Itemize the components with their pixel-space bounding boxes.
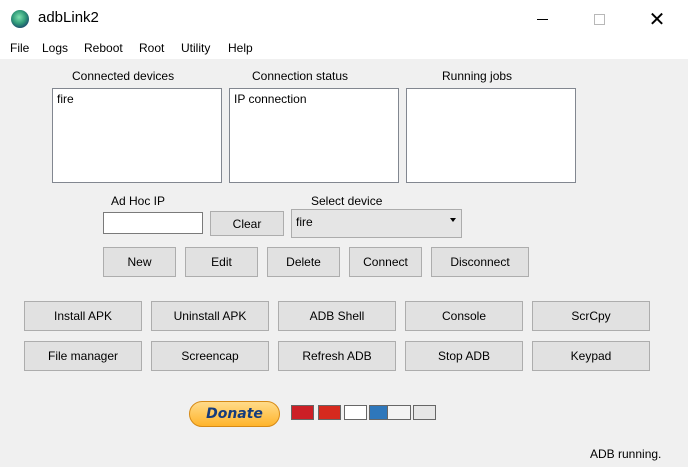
app-icon <box>11 10 29 28</box>
connected-devices-label: Connected devices <box>72 69 175 83</box>
mastercard-card-icon <box>318 405 341 420</box>
uninstall-apk-button[interactable]: Uninstall APK <box>151 301 269 331</box>
maximize-button[interactable] <box>576 0 622 38</box>
adhoc-ip-input[interactable] <box>103 212 203 234</box>
select-device-value: fire <box>296 215 313 229</box>
select-device-dropdown[interactable]: fire <box>291 209 462 238</box>
file-manager-button[interactable]: File manager <box>24 341 142 371</box>
running-jobs-list[interactable] <box>406 88 576 183</box>
screencap-button[interactable]: Screencap <box>151 341 269 371</box>
visa-card-icon <box>344 405 367 420</box>
delete-button[interactable]: Delete <box>267 247 340 277</box>
close-icon: ✕ <box>648 7 666 31</box>
keypad-button[interactable]: Keypad <box>532 341 650 371</box>
donate-button[interactable]: Donate <box>189 401 280 427</box>
menu-reboot[interactable]: Reboot <box>84 41 123 55</box>
connection-status-label: Connection status <box>252 69 349 83</box>
menu-help[interactable]: Help <box>228 41 253 55</box>
list-item[interactable]: fire <box>57 92 217 106</box>
scrcpy-button[interactable]: ScrCpy <box>532 301 650 331</box>
menu-logs[interactable]: Logs <box>42 41 68 55</box>
status-text: ADB running. <box>590 447 662 461</box>
chevron-down-icon <box>450 218 456 222</box>
new-button[interactable]: New <box>103 247 176 277</box>
adb-shell-button[interactable]: ADB Shell <box>278 301 396 331</box>
menu-file[interactable]: File <box>10 41 29 55</box>
connect-button[interactable]: Connect <box>349 247 422 277</box>
select-device-label: Select device <box>311 194 383 208</box>
minimize-icon <box>536 18 548 20</box>
menu-utility[interactable]: Utility <box>181 41 210 55</box>
stop-adb-button[interactable]: Stop ADB <box>405 341 523 371</box>
minimize-button[interactable] <box>519 0 565 38</box>
console-button[interactable]: Console <box>405 301 523 331</box>
discover-card-icon <box>387 405 411 420</box>
running-jobs-label: Running jobs <box>442 69 513 83</box>
install-apk-button[interactable]: Install APK <box>24 301 142 331</box>
maximize-icon <box>593 13 605 25</box>
list-item: IP connection <box>234 92 307 106</box>
maestro-card-icon <box>291 405 314 420</box>
connected-devices-list[interactable]: fire <box>52 88 222 183</box>
menu-root[interactable]: Root <box>139 41 164 55</box>
menu-bar: File Logs Reboot Root Utility Help <box>0 38 688 59</box>
connection-status-list[interactable]: IP connection <box>229 88 399 183</box>
clear-button[interactable]: Clear <box>210 211 284 236</box>
title-bar: adbLink2 ✕ <box>0 0 688 38</box>
edit-button[interactable]: Edit <box>185 247 258 277</box>
disconnect-button[interactable]: Disconnect <box>431 247 529 277</box>
refresh-adb-button[interactable]: Refresh ADB <box>278 341 396 371</box>
adhoc-ip-label: Ad Hoc IP <box>111 194 166 208</box>
bank-card-icon <box>413 405 436 420</box>
close-button[interactable]: ✕ <box>634 0 680 38</box>
window-title: adbLink2 <box>38 9 99 26</box>
